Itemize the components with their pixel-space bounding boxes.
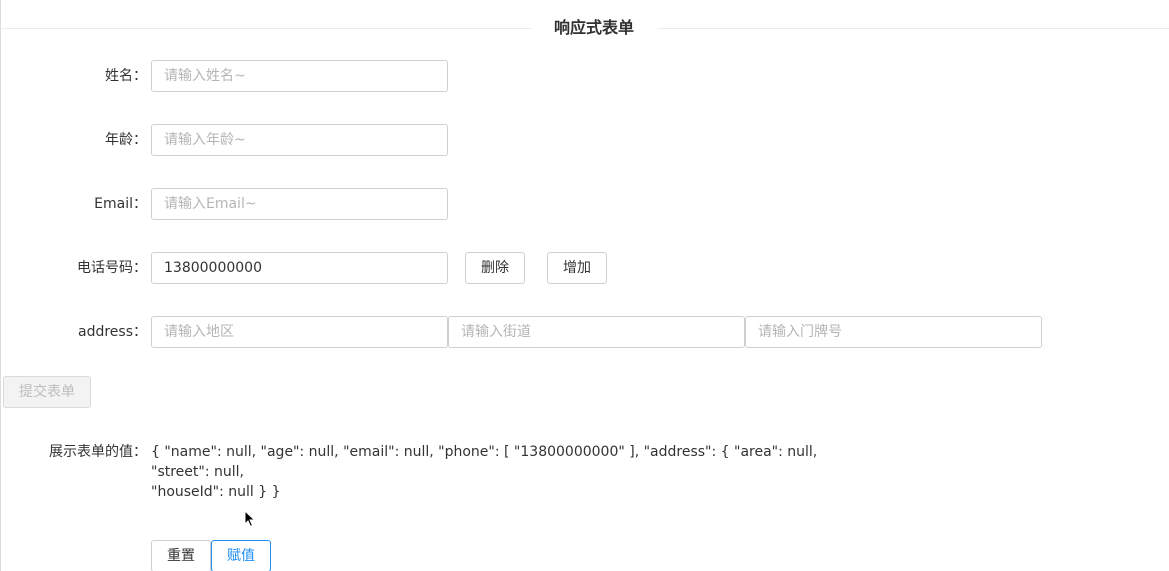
delete-phone-button[interactable]: 删除: [465, 252, 525, 284]
email-label: Email：: [94, 196, 147, 212]
age-label: 年龄：: [105, 132, 147, 148]
page: 响应式表单 姓名： 年龄： Email： 电话号码： 删除 增加 address…: [0, 0, 1169, 571]
reset-button[interactable]: 重置: [151, 540, 211, 571]
address-area-input[interactable]: [151, 316, 448, 348]
address-label: address：: [77, 324, 147, 340]
page-title: 响应式表单: [531, 16, 657, 40]
address-street-input[interactable]: [448, 316, 745, 348]
mouse-cursor-icon: [244, 510, 256, 528]
display-label: 展示表单的值：: [49, 444, 147, 460]
form-value-line-2: "houseId": null } }: [151, 484, 281, 500]
add-phone-button[interactable]: 增加: [547, 252, 607, 284]
address-house-input[interactable]: [745, 316, 1042, 348]
name-label: 姓名：: [105, 68, 147, 84]
phone-input[interactable]: [151, 252, 448, 284]
assign-button[interactable]: 赋值: [211, 540, 271, 571]
name-input[interactable]: [151, 60, 448, 92]
phone-label: 电话号码：: [77, 260, 147, 276]
form-value-line-1: { "name": null, "age": null, "email": nu…: [151, 444, 818, 480]
email-input[interactable]: [151, 188, 448, 220]
age-input[interactable]: [151, 124, 448, 156]
submit-button[interactable]: 提交表单: [3, 376, 91, 408]
